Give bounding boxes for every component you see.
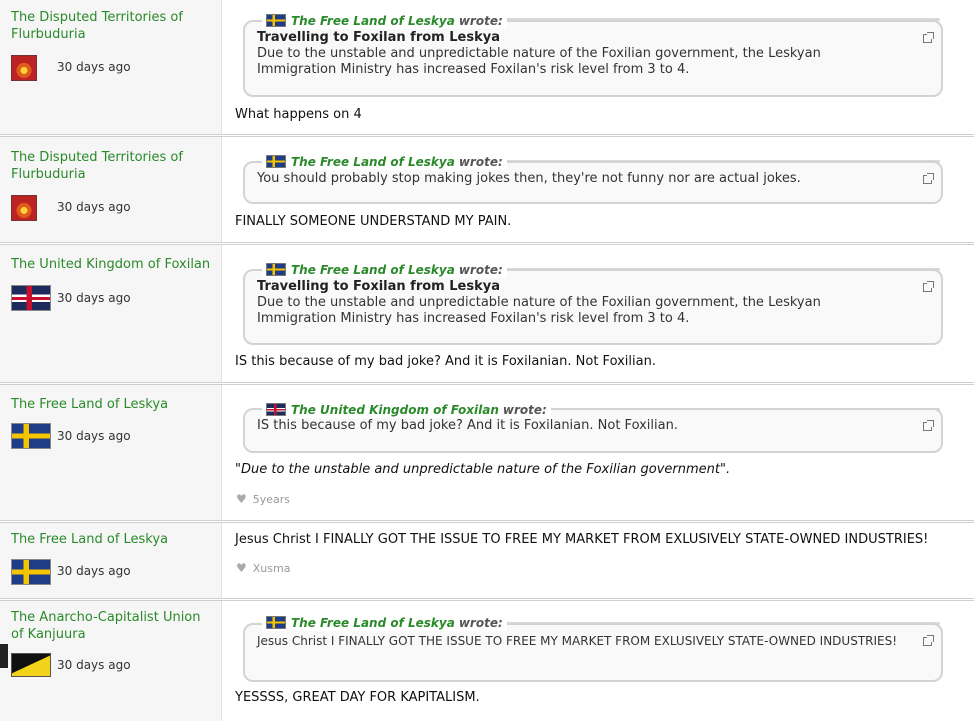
likes-users[interactable]: Xusma bbox=[253, 562, 291, 575]
forum-post: The United Kingdom of Foxilan 30 days ag… bbox=[0, 245, 974, 385]
post-timestamp[interactable]: 30 days ago bbox=[57, 291, 131, 305]
quote-wrote-label: wrote: bbox=[458, 13, 503, 28]
open-quote-source-icon[interactable] bbox=[923, 281, 934, 292]
flurbuduria-flag-icon[interactable] bbox=[11, 55, 37, 81]
post-body: YESSSS, GREAT DAY FOR KAPITALISM. bbox=[235, 690, 480, 705]
quote-author-link[interactable]: The Free Land of Leskya bbox=[291, 155, 455, 169]
heart-icon[interactable]: ♥ bbox=[236, 561, 247, 575]
open-quote-source-icon[interactable] bbox=[923, 635, 934, 646]
quote-box: Travelling to Foxilan from Leskya Due to… bbox=[243, 20, 943, 97]
forum-post: The Free Land of Leskya 30 days ago Jesu… bbox=[0, 523, 974, 601]
quote-header: The Free Land of Leskya wrote: bbox=[262, 12, 507, 29]
quote-author-link[interactable]: The Free Land of Leskya bbox=[291, 263, 455, 277]
post-timestamp[interactable]: 30 days ago bbox=[57, 658, 131, 672]
quote-author-link[interactable]: The Free Land of Leskya bbox=[291, 14, 455, 28]
quote-wrote-label: wrote: bbox=[502, 402, 547, 417]
quote-text: Due to the unstable and unpredictable na… bbox=[257, 46, 821, 77]
quote-wrote-label: wrote: bbox=[458, 262, 503, 277]
post-body: IS this because of my bad joke? And it i… bbox=[235, 354, 656, 369]
quote-box: Jesus Christ I FINALLY GOT THE ISSUE TO … bbox=[243, 623, 943, 682]
foxilan-flag-icon bbox=[266, 403, 286, 416]
open-quote-source-icon[interactable] bbox=[923, 173, 934, 184]
post-body: Jesus Christ I FINALLY GOT THE ISSUE TO … bbox=[235, 532, 929, 547]
quote-header: The Free Land of Leskya wrote: bbox=[262, 153, 507, 170]
nation-name-link[interactable]: The Disputed Territories of Flurbuduria bbox=[11, 9, 211, 43]
nation-name-link[interactable]: The Free Land of Leskya bbox=[11, 531, 211, 548]
leskya-flag-icon[interactable] bbox=[11, 559, 51, 585]
quote-title: Travelling to Foxilan from Leskya bbox=[257, 279, 500, 294]
post-body: FINALLY SOMEONE UNDERSTAND MY PAIN. bbox=[235, 214, 512, 229]
quote-wrote-label: wrote: bbox=[458, 615, 503, 630]
nation-name-link[interactable]: The Free Land of Leskya bbox=[11, 396, 211, 413]
flurbuduria-flag-icon[interactable] bbox=[11, 195, 37, 221]
quote-header: The Free Land of Leskya wrote: bbox=[262, 614, 507, 631]
kanjuura-flag-icon[interactable] bbox=[11, 653, 51, 677]
nation-name-link[interactable]: The United Kingdom of Foxilan bbox=[11, 256, 211, 273]
quote-wrote-label: wrote: bbox=[458, 154, 503, 169]
nation-name-link[interactable]: The Anarcho-Capitalist Union of Kanjuura bbox=[11, 609, 211, 643]
post-timestamp[interactable]: 30 days ago bbox=[57, 429, 131, 443]
quote-text: You should probably stop making jokes th… bbox=[257, 171, 801, 186]
post-likes[interactable]: ♥ Xusma bbox=[236, 561, 290, 575]
quote-header: The United Kingdom of Foxilan wrote: bbox=[262, 401, 551, 418]
quote-text: Due to the unstable and unpredictable na… bbox=[257, 295, 821, 326]
post-timestamp[interactable]: 30 days ago bbox=[57, 60, 131, 74]
quote-header: The Free Land of Leskya wrote: bbox=[262, 261, 507, 278]
post-body: "Due to the unstable and unpredictable n… bbox=[235, 462, 731, 477]
heart-icon[interactable]: ♥ bbox=[236, 492, 247, 506]
open-quote-source-icon[interactable] bbox=[923, 420, 934, 431]
forum-post: The Disputed Territories of Flurbuduria … bbox=[0, 0, 974, 137]
leskya-flag-icon bbox=[266, 616, 286, 629]
quote-text: IS this because of my bad joke? And it i… bbox=[257, 418, 678, 433]
leskya-flag-icon[interactable] bbox=[11, 423, 51, 449]
post-body: What happens on 4 bbox=[235, 107, 362, 122]
post-timestamp[interactable]: 30 days ago bbox=[57, 200, 131, 214]
post-likes[interactable]: ♥ 5years bbox=[236, 492, 290, 506]
quote-author-link[interactable]: The United Kingdom of Foxilan bbox=[291, 403, 499, 417]
forum-post: The Free Land of Leskya 30 days ago IS t… bbox=[0, 385, 974, 523]
open-quote-source-icon[interactable] bbox=[923, 32, 934, 43]
nation-name-link[interactable]: The Disputed Territories of Flurbuduria bbox=[11, 149, 211, 183]
post-timestamp[interactable]: 30 days ago bbox=[57, 564, 131, 578]
quote-text: Jesus Christ I FINALLY GOT THE ISSUE TO … bbox=[257, 634, 898, 648]
leskya-flag-icon bbox=[266, 155, 286, 168]
forum-post: The Disputed Territories of Flurbuduria … bbox=[0, 137, 974, 245]
likes-users[interactable]: 5years bbox=[253, 493, 290, 506]
leskya-flag-icon bbox=[266, 263, 286, 276]
sidebar-marker bbox=[0, 644, 8, 668]
forum-post: The Anarcho-Capitalist Union of Kanjuura… bbox=[0, 601, 974, 721]
leskya-flag-icon bbox=[266, 14, 286, 27]
quote-author-link[interactable]: The Free Land of Leskya bbox=[291, 616, 455, 630]
foxilan-flag-icon[interactable] bbox=[11, 285, 51, 311]
quote-box: Travelling to Foxilan from Leskya Due to… bbox=[243, 269, 943, 345]
quote-title: Travelling to Foxilan from Leskya bbox=[257, 30, 500, 45]
